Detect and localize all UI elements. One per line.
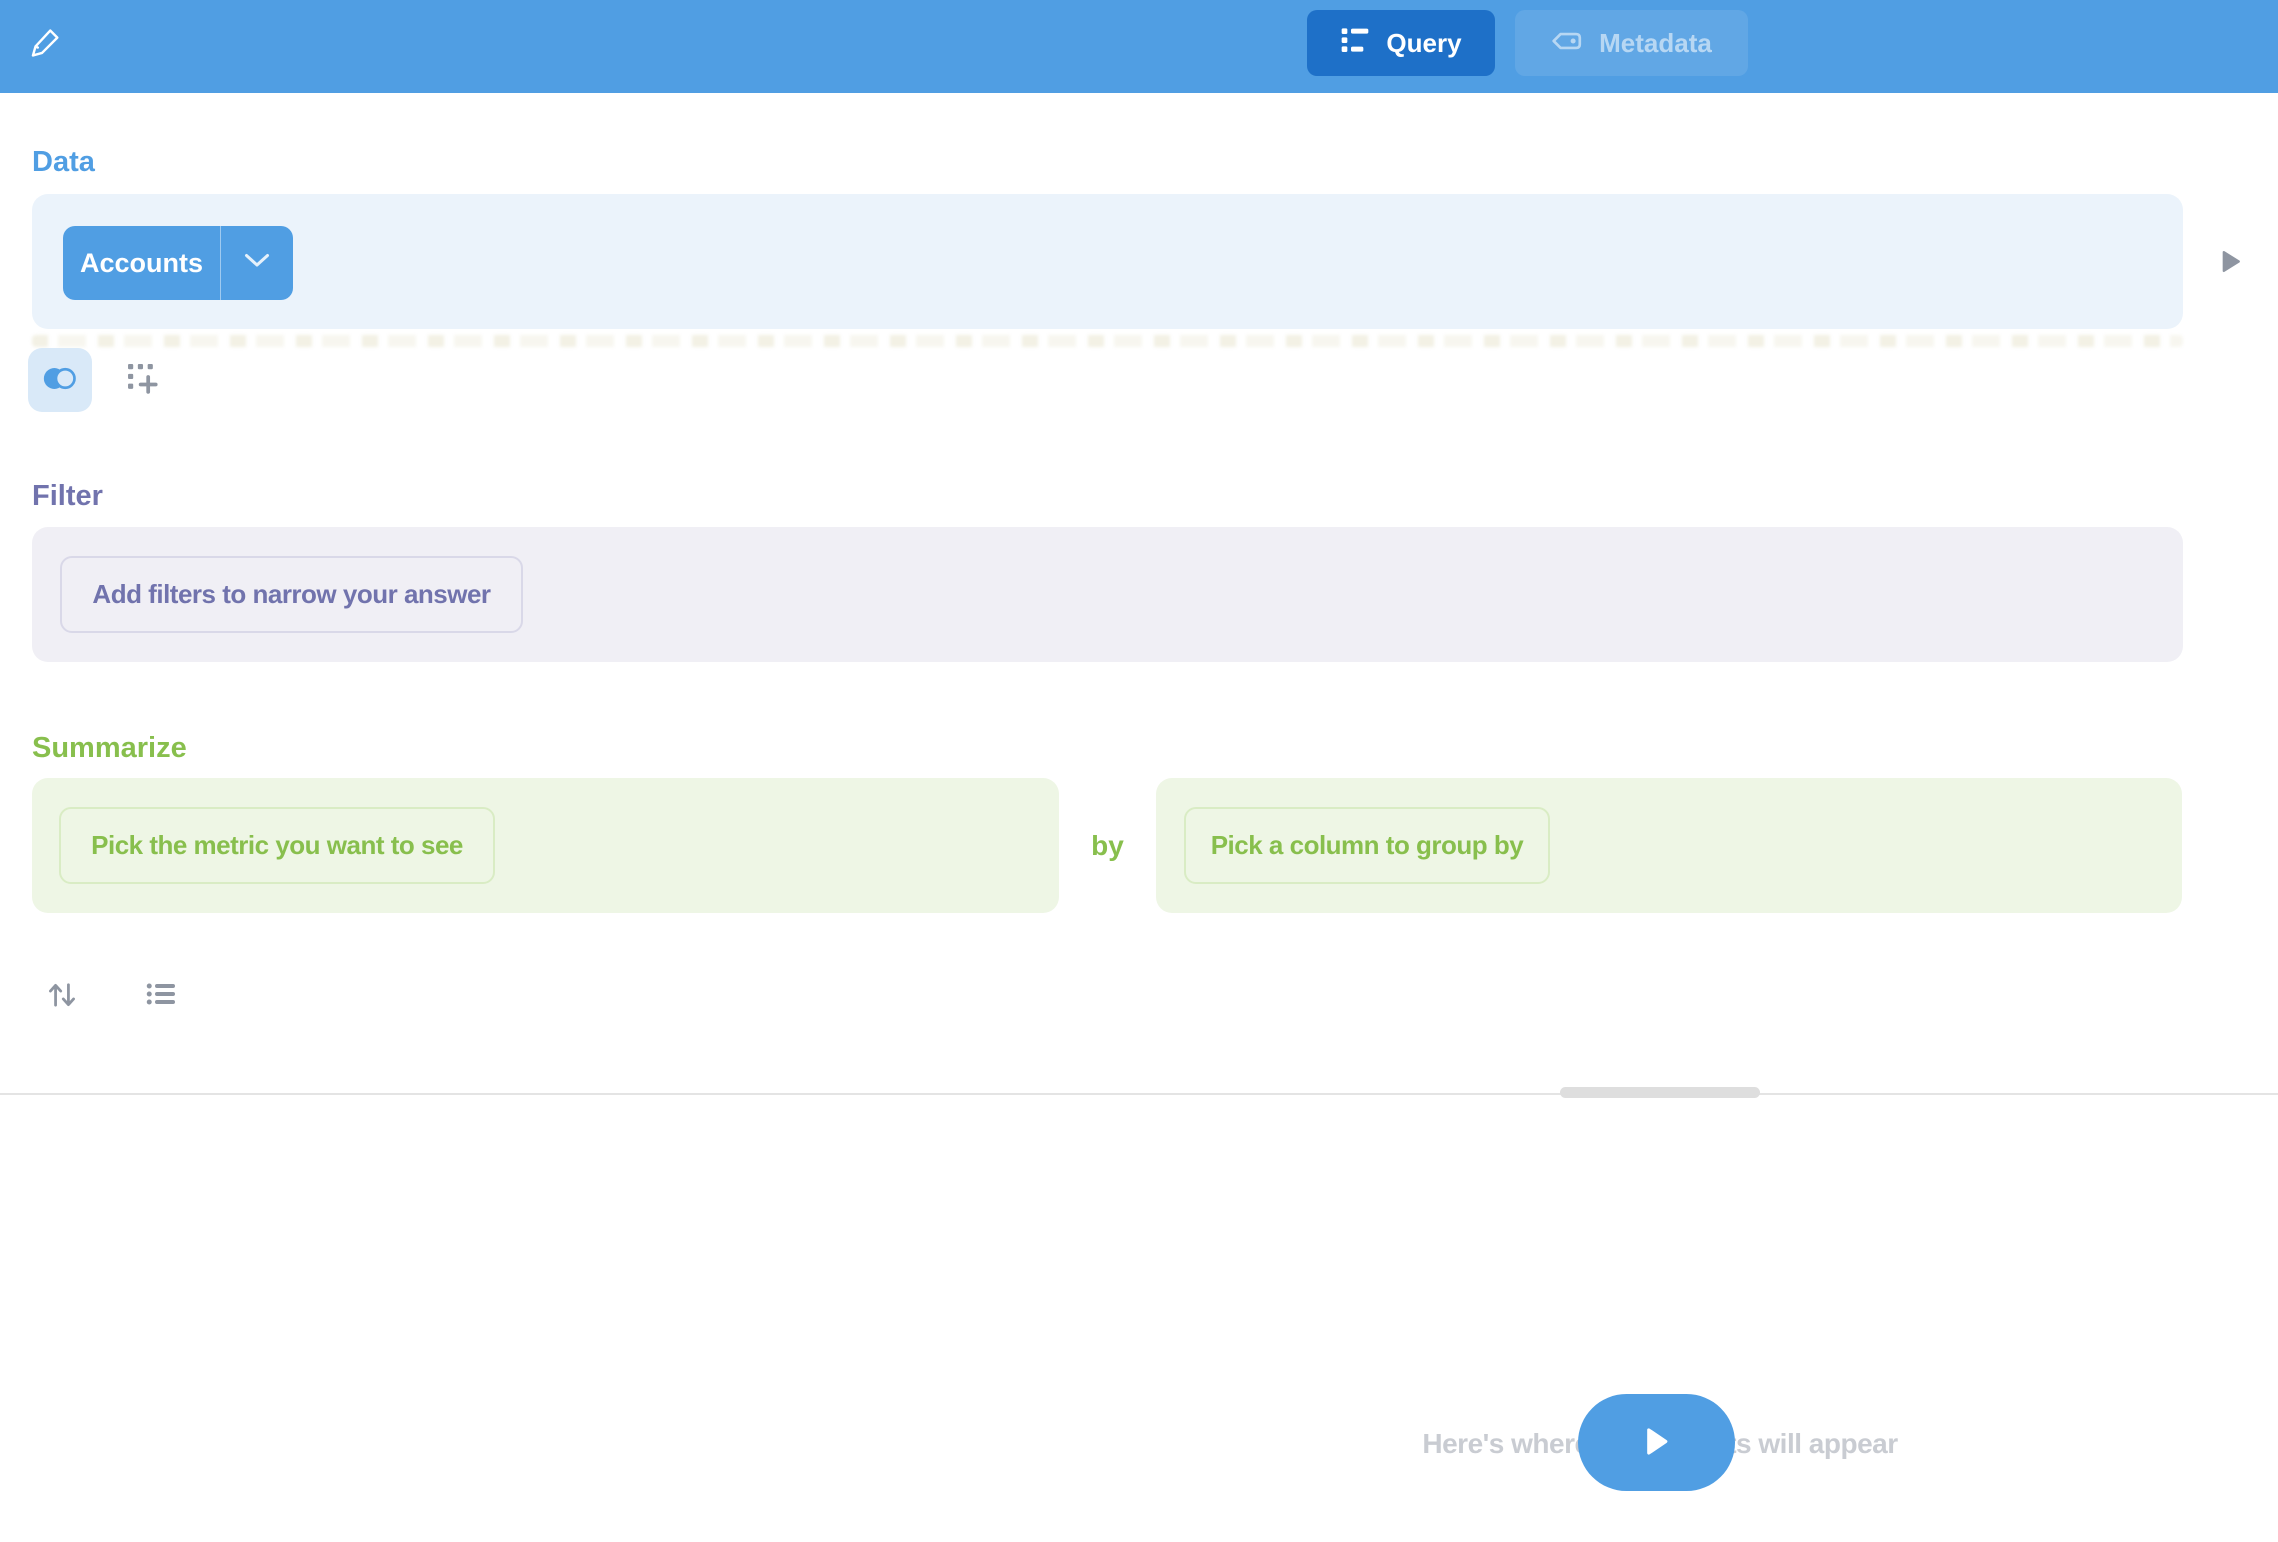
table-picker-dropdown[interactable] bbox=[220, 226, 293, 300]
pick-metric-button[interactable]: Pick the metric you want to see bbox=[59, 807, 495, 884]
run-icon bbox=[1645, 1427, 1669, 1459]
custom-column-button[interactable] bbox=[118, 356, 166, 404]
label-icon bbox=[1551, 28, 1583, 59]
sort-icon bbox=[47, 982, 77, 1011]
header-tabs: Query Metadata bbox=[1307, 10, 1748, 76]
row-limit-button[interactable] bbox=[137, 971, 185, 1019]
tab-metadata[interactable]: Metadata bbox=[1515, 10, 1748, 76]
tab-query[interactable]: Query bbox=[1307, 10, 1495, 76]
table-picker-name[interactable]: Accounts bbox=[63, 226, 220, 300]
chevron-down-icon bbox=[244, 253, 270, 273]
data-step-label: Data bbox=[32, 146, 95, 178]
edit-question-button[interactable] bbox=[24, 22, 68, 66]
run-query-button[interactable] bbox=[1578, 1394, 1735, 1491]
summarize-step-label: Summarize bbox=[32, 732, 187, 764]
query-builder-page: Query Metadata Data Accounts bbox=[0, 0, 2278, 1542]
tab-metadata-label: Metadata bbox=[1599, 28, 1712, 59]
notebook-icon bbox=[1340, 25, 1370, 62]
filter-step-label: Filter bbox=[32, 480, 103, 512]
data-step-container bbox=[32, 194, 2183, 329]
tab-query-label: Query bbox=[1386, 28, 1461, 59]
preview-step-button[interactable] bbox=[2214, 246, 2248, 280]
results-divider bbox=[0, 1093, 2278, 1095]
add-filter-button[interactable]: Add filters to narrow your answer bbox=[60, 556, 523, 633]
resize-handle[interactable] bbox=[1560, 1087, 1760, 1098]
table-picker-button[interactable]: Accounts bbox=[63, 226, 293, 300]
sort-button[interactable] bbox=[38, 972, 86, 1020]
ghost-row-hint bbox=[32, 335, 2183, 347]
join-icon bbox=[42, 365, 79, 395]
by-label: by bbox=[1059, 778, 1156, 913]
custom-column-icon bbox=[127, 363, 158, 397]
join-data-button[interactable] bbox=[28, 348, 92, 412]
pencil-icon bbox=[29, 26, 63, 63]
row-limit-icon bbox=[146, 981, 176, 1010]
header-bar: Query Metadata bbox=[0, 0, 2278, 93]
play-icon bbox=[2221, 250, 2241, 276]
pick-groupby-button[interactable]: Pick a column to group by bbox=[1184, 807, 1550, 884]
